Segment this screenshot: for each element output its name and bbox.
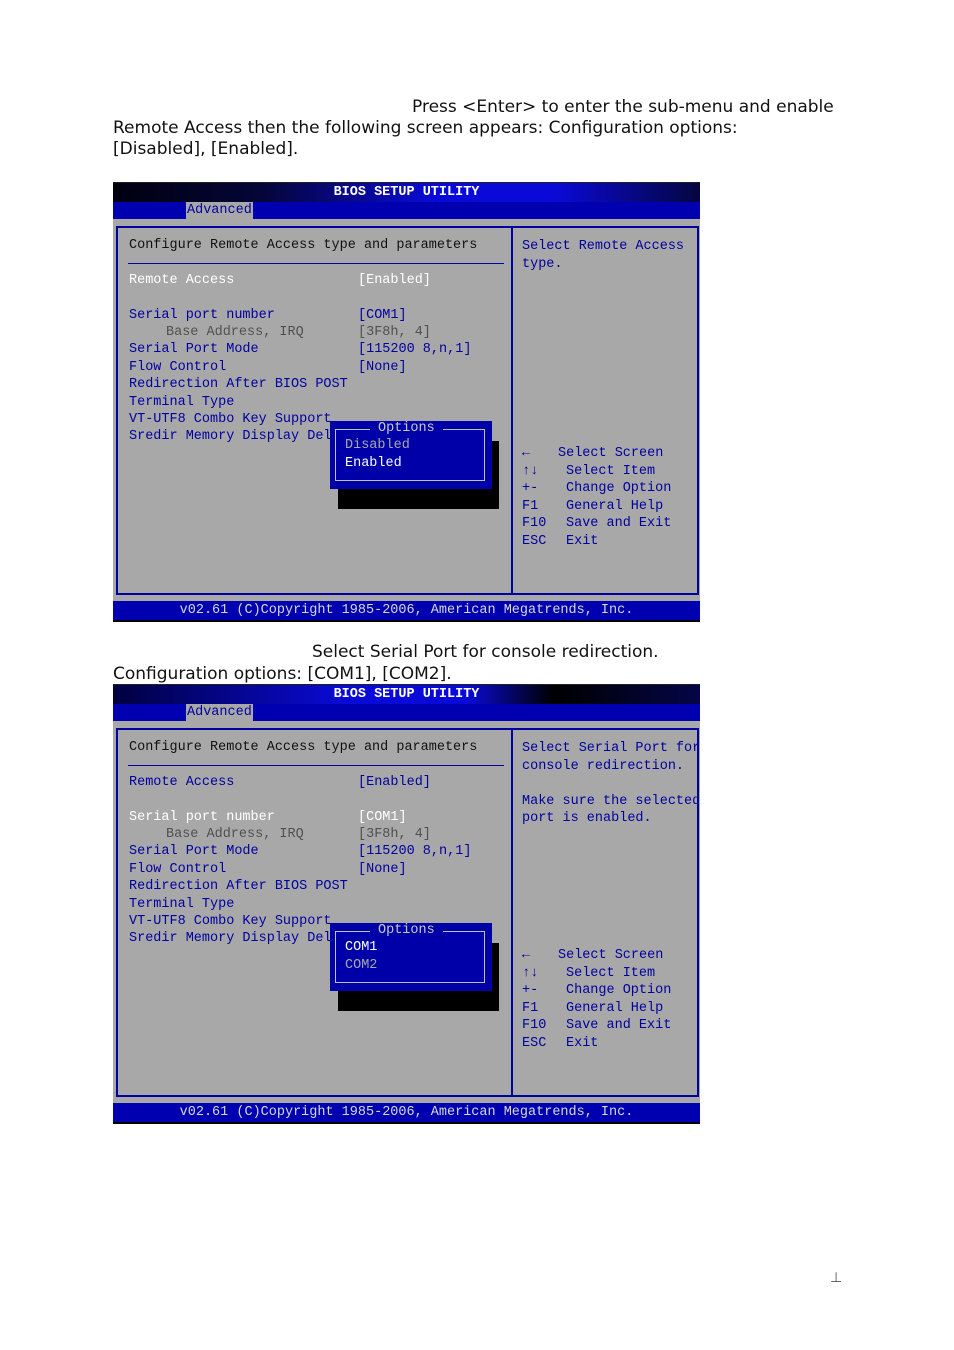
- esc-key: ESC: [522, 533, 547, 549]
- help-pane: Select Remote Access type. ← Select Scree…: [511, 226, 699, 595]
- item-sredir-memory-delay[interactable]: Sredir Memory Display Delay: [129, 429, 348, 444]
- help-line: Select Remote Access: [522, 239, 685, 254]
- plus-minus-key: +-: [522, 983, 539, 998]
- help-line: port is enabled.: [522, 811, 652, 826]
- page-mark: ⊥: [830, 1270, 843, 1286]
- f10-key: F10: [522, 1018, 547, 1033]
- f1-key: F1: [522, 1000, 539, 1016]
- divider: [128, 263, 504, 264]
- section-heading: Configure Remote Access type and paramet…: [129, 238, 478, 253]
- copyright-footer: v02.61 (C)Copyright 1985-2006, American …: [113, 1103, 700, 1124]
- menu-bar: Advanced: [113, 704, 700, 721]
- value-flow-control[interactable]: [None]: [358, 862, 407, 877]
- tab-advanced[interactable]: Advanced: [186, 202, 253, 219]
- item-terminal-type[interactable]: Terminal Type: [129, 897, 234, 912]
- intro1-line2: Remote Access then the following screen …: [113, 118, 738, 138]
- option-enabled[interactable]: Enabled: [345, 456, 402, 471]
- item-terminal-type[interactable]: Terminal Type: [129, 395, 234, 410]
- key-desc: Exit: [566, 1035, 599, 1051]
- key-desc: Change Option: [566, 983, 672, 998]
- key-desc: Exit: [566, 533, 599, 549]
- value-serial-port-number[interactable]: [COM1]: [358, 810, 407, 825]
- intro1-line1: Press <Enter> to enter the sub-menu and …: [412, 97, 834, 117]
- item-sredir-memory-delay[interactable]: Sredir Memory Display Delay: [129, 931, 348, 946]
- section-heading: Configure Remote Access type and paramet…: [129, 740, 478, 755]
- f10-key: F10: [522, 516, 547, 531]
- key-desc: Select Screen: [558, 948, 664, 963]
- tab-advanced[interactable]: Advanced: [186, 704, 253, 721]
- item-redirection-after-post[interactable]: Redirection After BIOS POST: [129, 879, 348, 894]
- esc-key: ESC: [522, 1035, 547, 1051]
- item-base-address-irq: Base Address, IRQ: [166, 827, 304, 842]
- popup-frame: [335, 931, 485, 983]
- item-serial-port-number[interactable]: Serial port number: [129, 810, 275, 825]
- popup-frame: [335, 429, 485, 481]
- help-line: type.: [522, 256, 563, 272]
- help-line: Make sure the selected: [522, 793, 701, 809]
- value-remote-access[interactable]: [Enabled]: [358, 273, 431, 288]
- bios-title: BIOS SETUP UTILITY: [113, 182, 700, 202]
- option-disabled[interactable]: Disabled: [345, 438, 410, 453]
- item-flow-control[interactable]: Flow Control: [129, 862, 226, 877]
- item-base-address-irq: Base Address, IRQ: [166, 325, 304, 340]
- key-desc: Save and Exit: [566, 516, 672, 531]
- item-serial-port-mode[interactable]: Serial Port Mode: [129, 844, 259, 859]
- f1-key: F1: [522, 498, 539, 514]
- item-serial-port-number[interactable]: Serial port number: [129, 308, 275, 323]
- key-desc: Select Item: [566, 965, 656, 981]
- key-desc: Select Screen: [558, 446, 664, 461]
- popup-title: Options: [370, 923, 443, 938]
- value-serial-port-mode[interactable]: [115200 8,n,1]: [358, 844, 471, 859]
- item-remote-access[interactable]: Remote Access: [129, 775, 234, 790]
- settings-pane: Configure Remote Access type and paramet…: [116, 226, 513, 595]
- options-popup: Options Disabled Enabled: [330, 421, 492, 489]
- item-vt-utf8-combo-key[interactable]: VT-UTF8 Combo Key Support: [129, 914, 332, 929]
- key-desc: Select Item: [566, 463, 656, 479]
- value-base-address-irq: [3F8h, 4]: [358, 325, 431, 340]
- help-pane: Select Serial Port for console redirecti…: [511, 728, 701, 1097]
- settings-pane: Configure Remote Access type and paramet…: [116, 728, 513, 1097]
- option-com1[interactable]: COM1: [345, 940, 377, 955]
- plus-minus-key: +-: [522, 481, 539, 496]
- help-line: console redirection.: [522, 758, 685, 774]
- item-remote-access[interactable]: Remote Access: [129, 273, 234, 288]
- value-remote-access[interactable]: [Enabled]: [358, 775, 431, 790]
- value-serial-port-number[interactable]: [COM1]: [358, 308, 407, 323]
- key-desc: Save and Exit: [566, 1018, 672, 1033]
- intro1-line3: [Disabled], [Enabled].: [113, 139, 299, 159]
- divider: [128, 765, 504, 766]
- key-desc: Change Option: [566, 481, 672, 496]
- option-com2[interactable]: COM2: [345, 958, 377, 973]
- options-popup: Options COM1 COM2: [330, 923, 492, 991]
- item-redirection-after-post[interactable]: Redirection After BIOS POST: [129, 377, 348, 392]
- bios-title: BIOS SETUP UTILITY: [113, 684, 700, 704]
- menu-bar: Advanced: [113, 202, 700, 219]
- help-line: Select Serial Port for: [522, 741, 701, 756]
- up-down-arrow-key: ↑↓: [522, 463, 539, 479]
- value-flow-control[interactable]: [None]: [358, 360, 407, 375]
- up-down-arrow-key: ↑↓: [522, 965, 539, 981]
- key-desc: General Help: [566, 1000, 664, 1016]
- bios-screen-remote-access: BIOS SETUP UTILITY Advanced Configure Re…: [113, 182, 700, 622]
- value-base-address-irq: [3F8h, 4]: [358, 827, 431, 842]
- bios-screen-serial-port: BIOS SETUP UTILITY Advanced Configure Re…: [113, 684, 700, 1124]
- intro2-line1: Select Serial Port for console redirecti…: [312, 642, 659, 662]
- item-flow-control[interactable]: Flow Control: [129, 360, 226, 375]
- key-desc: General Help: [566, 498, 664, 514]
- item-serial-port-mode[interactable]: Serial Port Mode: [129, 342, 259, 357]
- value-serial-port-mode[interactable]: [115200 8,n,1]: [358, 342, 471, 357]
- popup-title: Options: [370, 421, 443, 436]
- item-vt-utf8-combo-key[interactable]: VT-UTF8 Combo Key Support: [129, 412, 332, 427]
- copyright-footer: v02.61 (C)Copyright 1985-2006, American …: [113, 601, 700, 622]
- intro2-line2: Configuration options: [COM1], [COM2].: [113, 664, 452, 684]
- left-arrow-key: ←: [522, 948, 531, 963]
- left-arrow-key: ←: [522, 446, 531, 461]
